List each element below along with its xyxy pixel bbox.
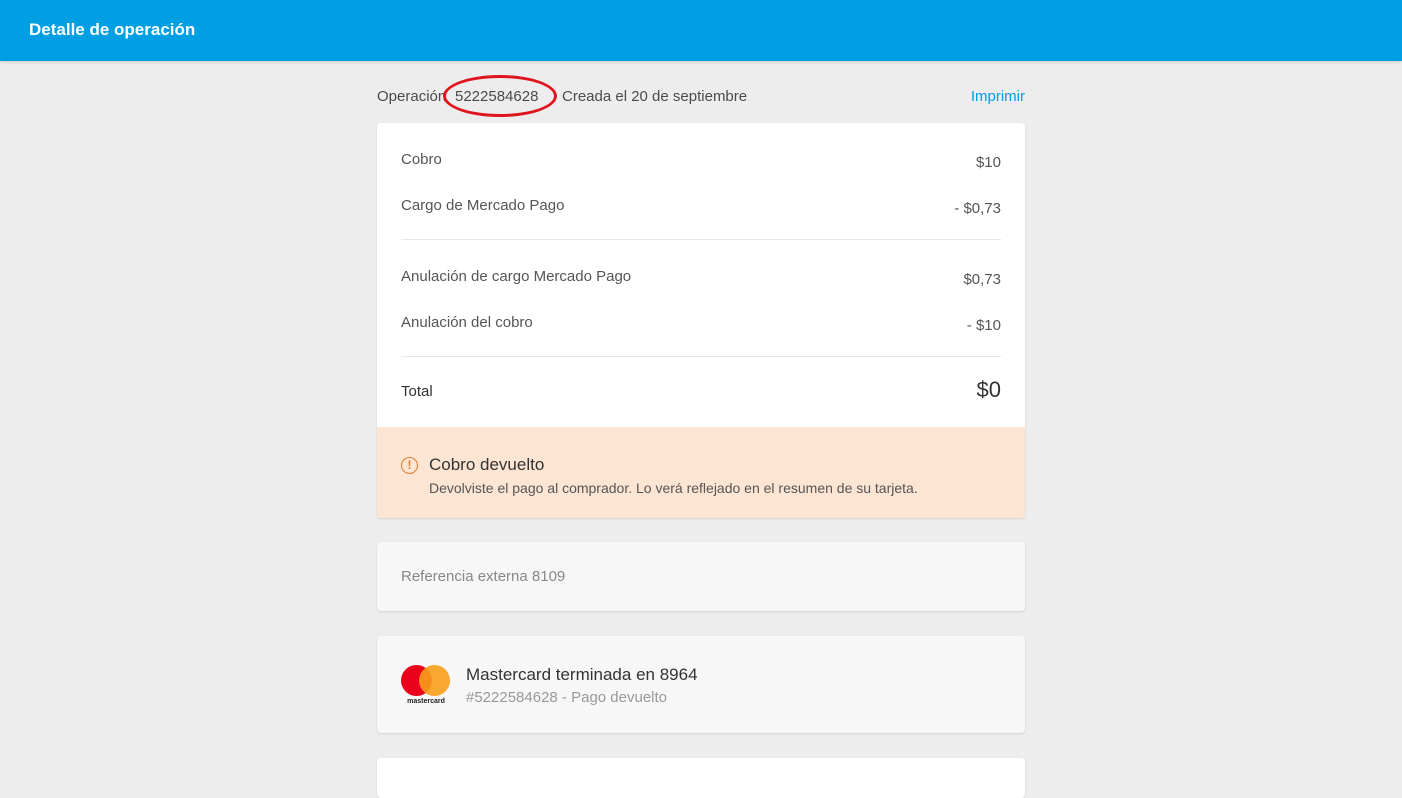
summary-row-label: Cobro (401, 151, 442, 168)
summary-row-cobro: Cobro $10 (401, 151, 1001, 175)
payment-method-card: mastercard Mastercard terminada en 8964 … (377, 636, 1025, 733)
summary-row-amount: $0,73 (963, 271, 1001, 288)
summary-row-anulacion-cobro: Anulación del cobro - $10 (401, 314, 1001, 338)
print-link[interactable]: Imprimir (971, 88, 1025, 105)
summary-row-label: Anulación del cobro (401, 314, 533, 331)
alert-text: Devolviste el pago al comprador. Lo verá… (429, 480, 918, 496)
mastercard-orange-circle (419, 665, 450, 696)
external-reference-text: Referencia externa 8109 (401, 568, 566, 585)
total-amount: $0 (976, 377, 1001, 402)
summary-row-amount: $10 (975, 154, 1001, 171)
payment-method-subtitle: #5222584628 - Pago devuelto (466, 689, 668, 706)
alert-title: Cobro devuelto (429, 455, 545, 474)
mastercard-wordmark: mastercard (407, 698, 445, 705)
summary-row-amount: - $10 (966, 317, 1001, 334)
summary-divider (401, 356, 1001, 357)
next-card (377, 758, 1025, 798)
summary-card: Cobro $10 Cargo de Mercado Pago - $0,73 … (377, 123, 1025, 518)
summary-divider (401, 239, 1001, 240)
summary-row-amount: - $0,73 (954, 200, 1001, 217)
summary-row-cargo: Cargo de Mercado Pago - $0,73 (401, 197, 1001, 221)
payment-method-title: Mastercard terminada en 8964 (466, 665, 698, 684)
operation-header: Operación 5222584628 Creada el 20 de sep… (377, 86, 1025, 108)
total-label: Total (401, 383, 433, 400)
operation-number: 5222584628 (455, 88, 539, 105)
summary-total-row: Total $0 (401, 375, 1001, 409)
page-title: Detalle de operación (29, 20, 196, 39)
operation-created-date: Creada el 20 de septiembre (562, 88, 748, 105)
top-bar: Detalle de operación (0, 0, 1402, 61)
summary-row-label: Anulación de cargo Mercado Pago (401, 268, 632, 285)
refund-alert: ! Cobro devuelto Devolviste el pago al c… (377, 427, 1025, 518)
mastercard-logo-icon: mastercard (401, 665, 451, 707)
warning-circle-icon: ! (401, 457, 418, 474)
operation-label: Operación (377, 88, 447, 105)
summary-row-anulacion-cargo: Anulación de cargo Mercado Pago $0,73 (401, 268, 1001, 292)
summary-row-label: Cargo de Mercado Pago (401, 197, 565, 214)
external-reference-card: Referencia externa 8109 (377, 542, 1025, 611)
